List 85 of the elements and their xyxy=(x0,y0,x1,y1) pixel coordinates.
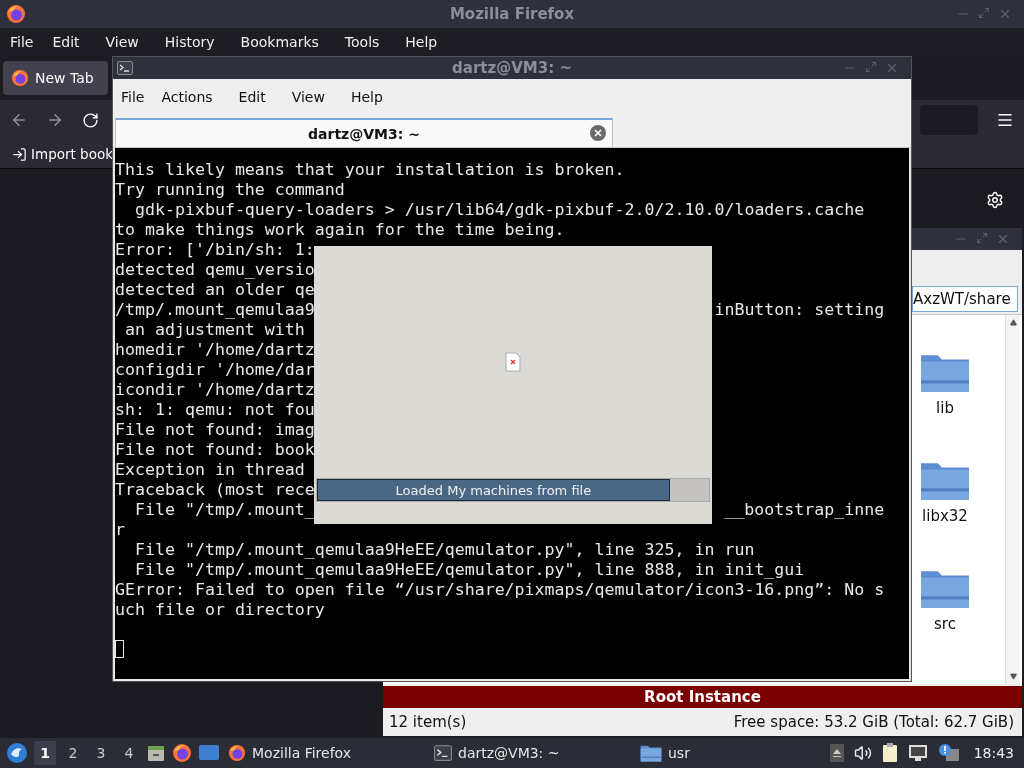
terminal-line: Try running the command xyxy=(115,180,345,200)
firefox-icon xyxy=(228,744,246,762)
settings-icon[interactable] xyxy=(986,191,1004,209)
network-icon[interactable] xyxy=(907,744,928,762)
back-icon[interactable] xyxy=(10,111,28,129)
progress-fill: Loaded My machines from file xyxy=(317,479,670,501)
terminal-line: File "/tmp/.mount_qemulaa9HeEE/qemulator.py", line 325, in run xyxy=(133,540,755,560)
terminal-line: icondir '/home/dartz xyxy=(115,380,315,400)
terminal-line: File not found: book xyxy=(115,440,315,460)
window-title: Mozilla Firefox xyxy=(449,5,575,23)
clock[interactable]: 18:43 xyxy=(973,745,1014,761)
terminal-line: File "/tmp/.mount_ xyxy=(133,500,315,520)
terminal-line: This likely means that your installation is broken. xyxy=(115,160,625,180)
free-space: Free space: 53.2 GiB (Total: 62.7 GiB) xyxy=(733,713,1014,731)
firefox-icon xyxy=(11,68,29,87)
workspace-button[interactable]: 3 xyxy=(90,741,112,765)
terminal-line: to make things work again for the time being. xyxy=(115,220,565,240)
terminal-line: Traceback (most rece xyxy=(115,480,315,500)
menu-item[interactable]: View xyxy=(278,89,338,105)
workspace-button[interactable]: 1 xyxy=(34,741,56,765)
bookmark-link[interactable]: Import book xyxy=(31,146,113,162)
scroll-up-icon[interactable] xyxy=(1009,319,1017,326)
firefox-icon xyxy=(6,4,26,24)
terminal-line: File not found: imag xyxy=(115,420,315,440)
scrollbar[interactable] xyxy=(1005,315,1020,684)
menu-icon[interactable] xyxy=(996,111,1014,129)
clipboard-icon[interactable] xyxy=(881,743,898,763)
terminal-line: File "/tmp/.mount_qemulaa9HeEE/qemulator.py", line 888, in init_gui xyxy=(133,560,805,580)
reload-icon[interactable] xyxy=(82,111,99,129)
terminal-line: inButton: setting xyxy=(714,300,885,320)
taskbar-window-button[interactable]: Mozilla Firefox xyxy=(226,739,426,767)
workspace-button[interactable]: 2 xyxy=(62,741,84,765)
terminal-line: homedir '/home/dartz xyxy=(115,340,315,360)
terminal-line: GError: Failed to open file “/usr/share/pixmaps/qemulator/icon3-16.png”: No s xyxy=(115,580,885,600)
scroll-down-icon[interactable] xyxy=(1009,673,1017,680)
terminal-tab[interactable]: dartz@VM3: ~ xyxy=(115,118,613,147)
menu-item[interactable]: Edit xyxy=(225,89,279,105)
menu-item[interactable]: View xyxy=(92,33,152,50)
terminal-line: Error: ['/bin/sh: 1: xyxy=(115,240,315,260)
cursor xyxy=(115,640,124,658)
root-instance-bar: Root Instance xyxy=(383,686,1022,708)
forward-icon[interactable] xyxy=(46,111,64,129)
terminal-line: r xyxy=(115,520,125,540)
path-field[interactable]: AxzWT/share xyxy=(912,286,1018,312)
menu-item[interactable]: History xyxy=(151,33,228,50)
workspace-button[interactable]: 4 xyxy=(118,741,140,765)
terminal-line: /tmp/.mount_qemulaa9 xyxy=(115,300,315,320)
item-count: 12 item(s) xyxy=(389,713,467,731)
folder-item[interactable]: libx32 xyxy=(915,459,975,525)
terminal-line: detected an older qe xyxy=(115,280,315,300)
folder-item[interactable]: lib xyxy=(915,351,975,417)
firefox-launcher-icon xyxy=(172,743,192,763)
window-title: dartz@VM3: ~ xyxy=(452,59,572,77)
menu-item[interactable]: Tools xyxy=(331,33,393,50)
terminal-icon xyxy=(434,744,452,762)
terminal-line: uch file or directory xyxy=(115,600,325,620)
terminal-line: Exception in thread xyxy=(115,460,305,480)
start-menu-icon[interactable] xyxy=(6,742,28,764)
menu-item[interactable]: Bookmarks xyxy=(227,33,332,50)
broken-image-icon xyxy=(505,352,521,372)
eject-icon[interactable] xyxy=(829,744,844,762)
menu-item[interactable]: File xyxy=(117,89,149,105)
close-icon[interactable] xyxy=(590,125,606,141)
terminal-line: detected qemu_versio xyxy=(115,260,315,280)
menu-item[interactable]: Help xyxy=(337,89,396,105)
volume-icon[interactable] xyxy=(853,744,872,762)
terminal-line: sh: 1: qemu: not fou xyxy=(115,400,315,420)
import-icon xyxy=(12,146,27,162)
folder-item[interactable]: src xyxy=(915,567,975,633)
terminal-line: configdir '/home/dar xyxy=(115,360,315,380)
menu-item[interactable]: Actions xyxy=(148,89,226,105)
taskbar-window-button[interactable]: usr xyxy=(638,739,758,767)
menu-item[interactable]: File xyxy=(4,33,40,50)
terminal-line: an adjustment with xyxy=(124,320,305,340)
menu-item[interactable]: Help xyxy=(392,33,451,50)
terminal-line: gdk-pixbuf-query-loaders > /usr/lib64/gdk-pixbuf-2.0/2.10.0/loaders.cache xyxy=(133,200,865,220)
folder-icon xyxy=(640,744,662,762)
notification-icon[interactable] xyxy=(937,743,960,763)
taskbar-window-button[interactable]: dartz@VM3: ~ xyxy=(432,739,632,767)
terminal-icon xyxy=(117,60,133,76)
terminal-line: __bootstrap_inne xyxy=(724,500,885,520)
browser-tab[interactable]: New Tab xyxy=(3,60,108,95)
desktop-icon[interactable] xyxy=(198,744,220,762)
menu-item[interactable]: Edit xyxy=(39,33,93,50)
file-cabinet-icon[interactable] xyxy=(146,743,166,763)
